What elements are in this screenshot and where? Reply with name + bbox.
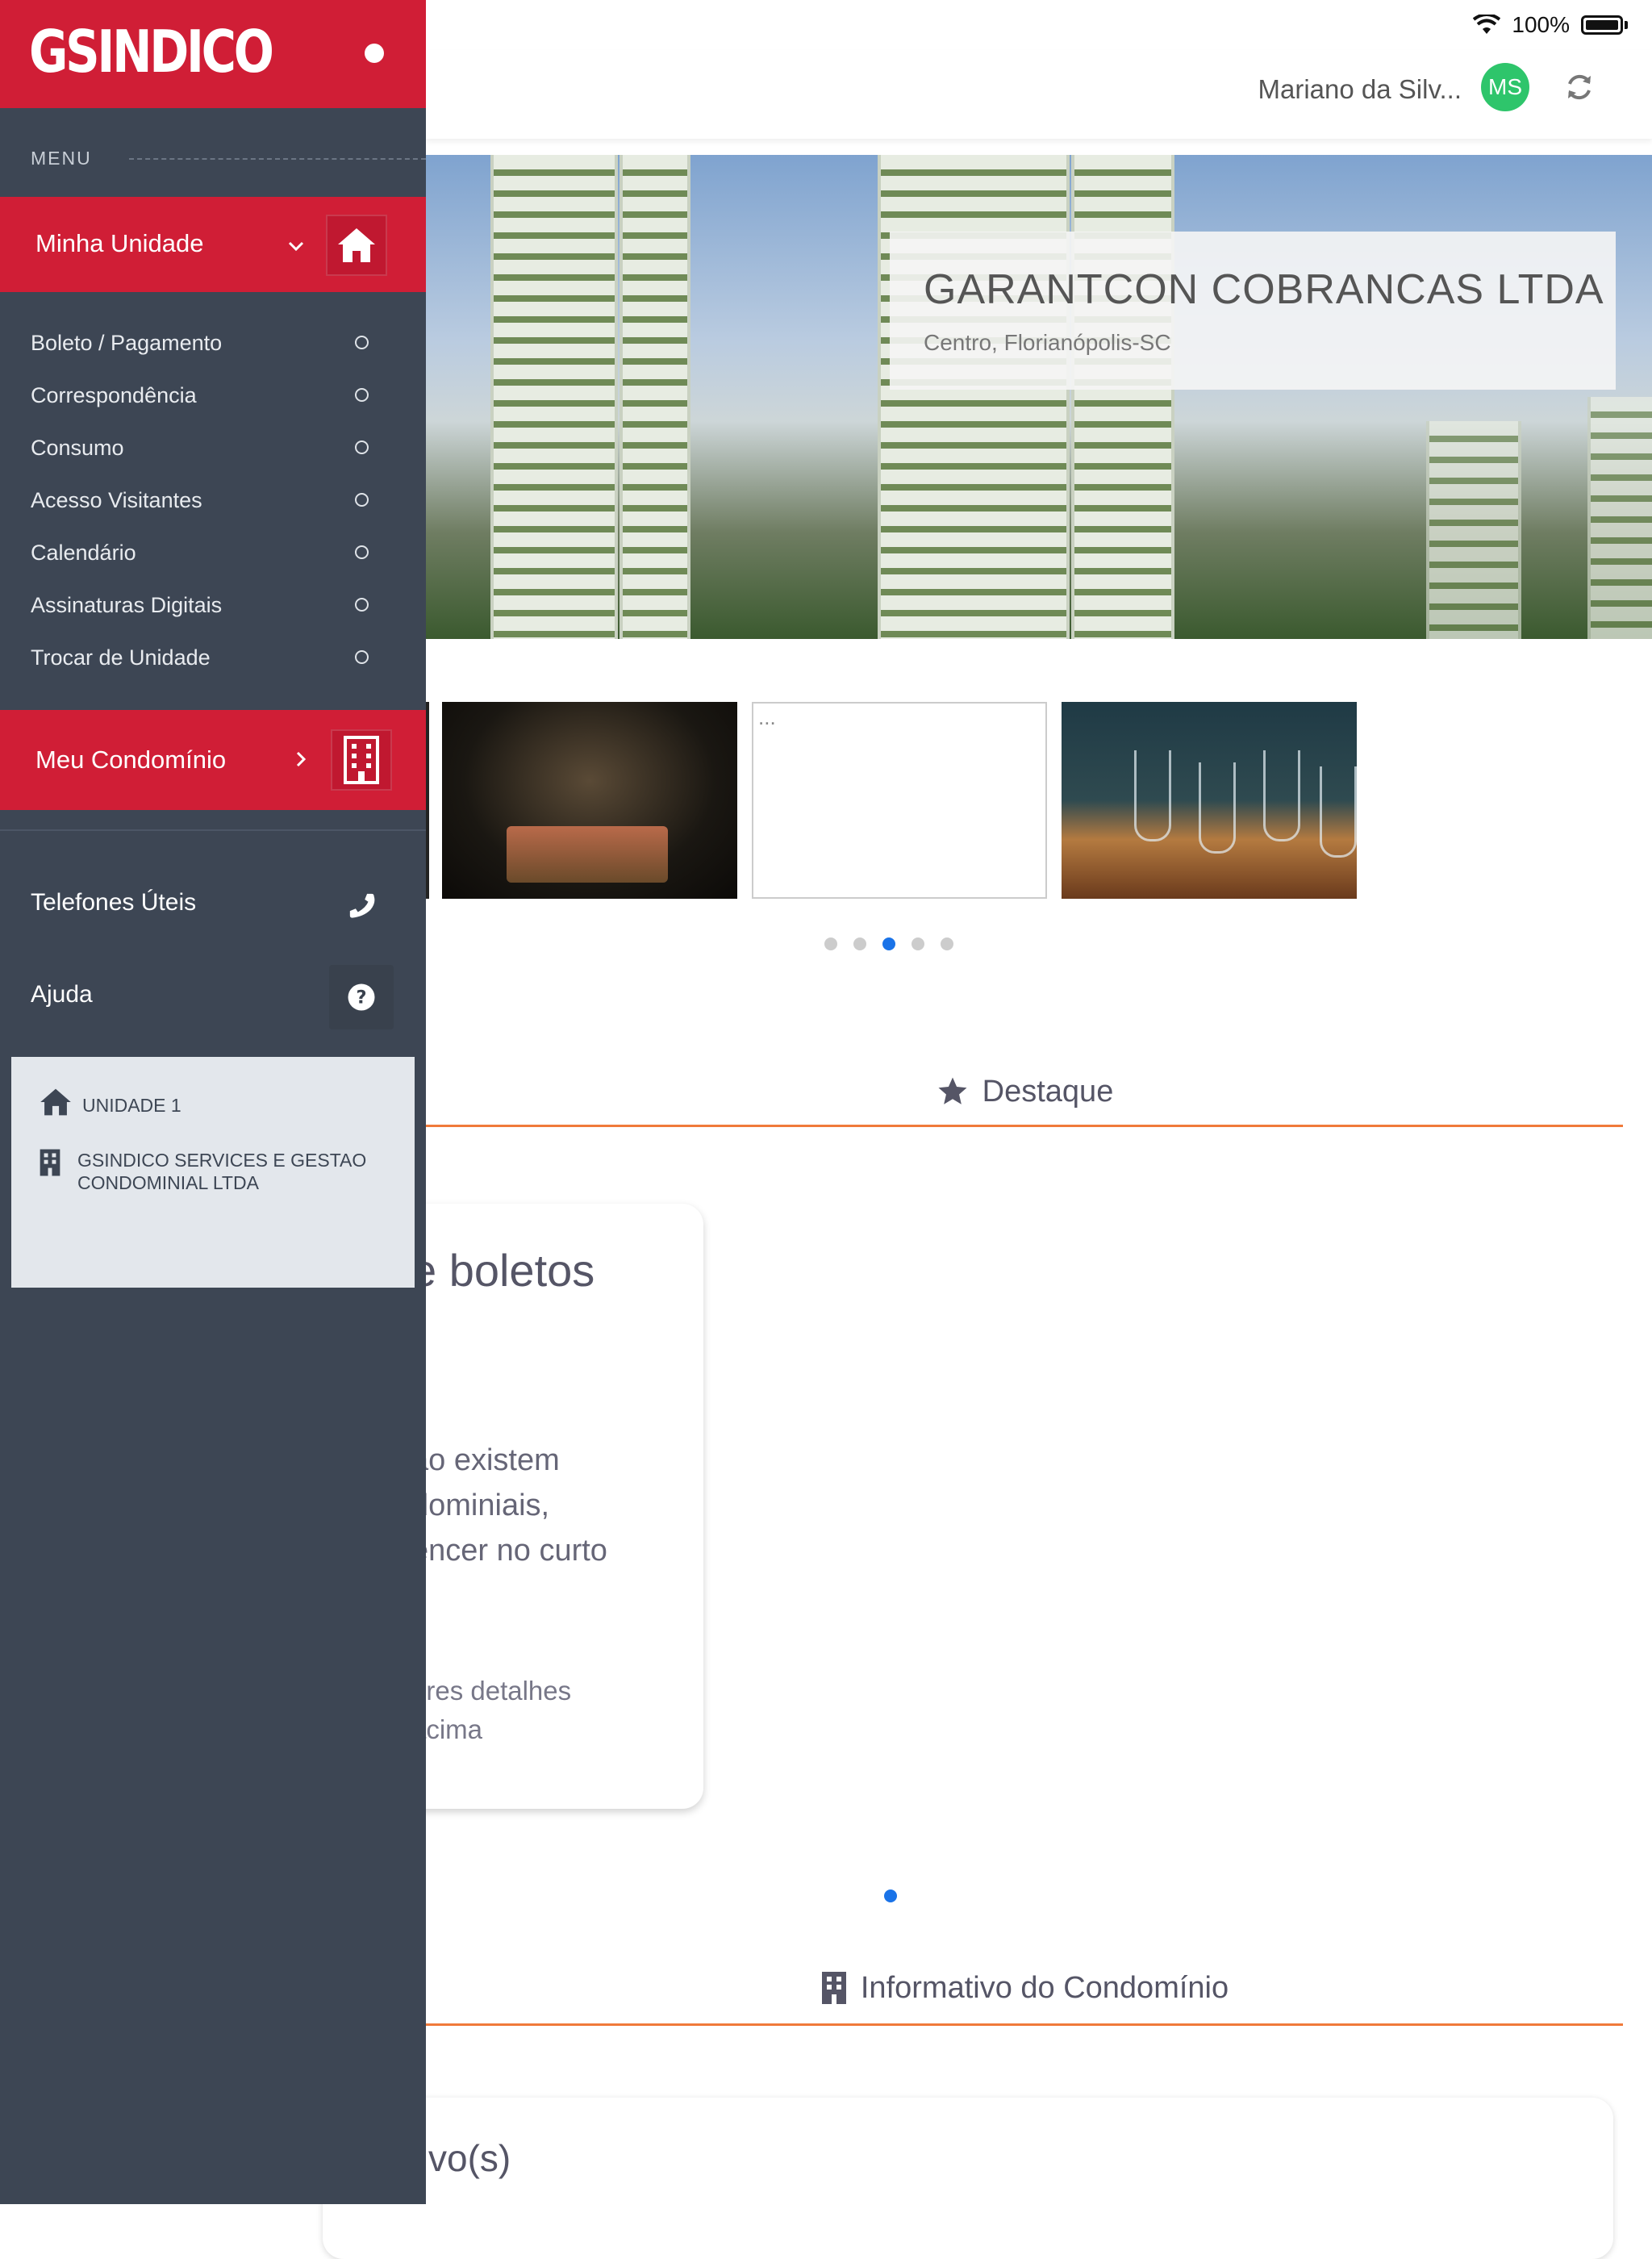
unit-name: UNIDADE 1: [82, 1095, 181, 1116]
building-icon: [344, 736, 379, 784]
home-icon-box: [326, 215, 387, 276]
section-bulletin: Informativo do Condomínio: [426, 1952, 1623, 2026]
drawer-header: GSINDICO: [0, 0, 426, 108]
page-dot[interactable]: [853, 937, 866, 950]
page-dot[interactable]: [824, 937, 837, 950]
company-name: GSINDICO SERVICES E GESTAO CONDOMINIAL L…: [77, 1150, 367, 1193]
user-name[interactable]: Mariano da Silv...: [1258, 74, 1462, 105]
page-dot[interactable]: [912, 937, 924, 950]
svg-text:?: ?: [356, 988, 366, 1008]
card-body: ão existem dominiais, encer no curto: [411, 1443, 607, 1568]
card-title: e boletos: [411, 1245, 595, 1296]
hero-title: GARANTCON COBRANCAS LTDA: [924, 266, 1604, 313]
section-title: Destaque: [982, 1074, 1114, 1109]
circle-icon: [355, 545, 369, 559]
submenu-item-trocar-unidade[interactable]: Trocar de Unidade: [0, 637, 426, 690]
submenu-item-calendario[interactable]: Calendário: [0, 532, 426, 585]
battery-percent: 100%: [1512, 12, 1570, 37]
placeholder-text: ...: [758, 705, 776, 729]
submenu-item-correspondencia[interactable]: Correspondência: [0, 375, 426, 428]
submenu-item-assinaturas[interactable]: Assinaturas Digitais: [0, 585, 426, 637]
refresh-icon[interactable]: [1563, 71, 1596, 103]
bulletin-card[interactable]: tivo(s): [323, 2098, 1613, 2259]
menu-divider: [129, 158, 426, 160]
status-dot: [365, 44, 384, 63]
battery-icon: [1581, 15, 1623, 35]
building-icon: [40, 1149, 60, 1176]
menu-label: MENU: [31, 148, 92, 169]
building-icon: [821, 1972, 846, 2004]
gallery-thumb-barbecue[interactable]: [442, 702, 737, 899]
hero-caption: GARANTCON COBRANCAS LTDA Centro, Florian…: [890, 232, 1616, 390]
hero-banner[interactable]: GARANTCON COBRANCAS LTDA Centro, Florian…: [426, 155, 1652, 639]
circle-icon: [355, 493, 369, 507]
gallery-thumb-placeholder[interactable]: ...: [752, 702, 1047, 899]
top-bar: Mariano da Silv... MS: [426, 50, 1652, 139]
side-drawer: GSINDICO MENU Minha Unidade Boleto / Pag…: [0, 0, 426, 2204]
menu-my-condo-label: Meu Condomínio: [35, 745, 227, 774]
current-unit-panel: UNIDADE 1 GSINDICO SERVICES E GESTAO CON…: [11, 1057, 415, 1288]
card-footer: bres detalhes acima: [411, 1676, 572, 1744]
unit-submenu: Boleto / Pagamento Correspondência Consu…: [0, 323, 426, 690]
home-icon: [338, 228, 375, 262]
page-dot-active[interactable]: [882, 937, 895, 950]
submenu-item-acesso-visitantes[interactable]: Acesso Visitantes: [0, 480, 426, 532]
circle-icon: [355, 388, 369, 402]
menu-my-unit-label: Minha Unidade: [35, 229, 204, 257]
home-icon: [40, 1088, 71, 1116]
wifi-icon: [1473, 15, 1501, 34]
submenu-item-boleto[interactable]: Boleto / Pagamento: [0, 323, 426, 375]
gallery-pagination: [824, 937, 953, 950]
question-circle-icon: ?: [348, 983, 375, 1011]
section-highlight: Destaque: [426, 1059, 1623, 1127]
gallery-thumb-glasses[interactable]: [1062, 702, 1357, 899]
hero-subtitle: Centro, Florianópolis-SC: [924, 330, 1171, 355]
submenu-item-consumo[interactable]: Consumo: [0, 428, 426, 480]
highlight-page-dot[interactable]: [884, 1889, 897, 1902]
menu-useful-phones[interactable]: Telefones Úteis: [0, 871, 426, 936]
menu-my-unit[interactable]: Minha Unidade: [0, 197, 426, 292]
drawer-divider: [0, 829, 426, 831]
menu-my-condo[interactable]: Meu Condomínio: [0, 710, 426, 810]
star-icon: [938, 1077, 967, 1104]
chevron-down-icon: [288, 241, 304, 252]
circle-icon: [355, 441, 369, 454]
section-title: Informativo do Condomínio: [860, 1970, 1229, 2005]
status-bar: 100%: [1473, 0, 1652, 50]
building-icon-box: [331, 729, 392, 791]
app-logo: GSINDICO: [29, 18, 274, 86]
page-dot[interactable]: [941, 937, 953, 950]
chevron-right-icon: [296, 751, 307, 767]
circle-icon: [355, 650, 369, 664]
circle-icon: [355, 598, 369, 612]
phone-icon: [349, 893, 375, 918]
menu-help[interactable]: Ajuda ?: [0, 963, 426, 1029]
avatar[interactable]: MS: [1481, 63, 1529, 111]
circle-icon: [355, 336, 369, 349]
